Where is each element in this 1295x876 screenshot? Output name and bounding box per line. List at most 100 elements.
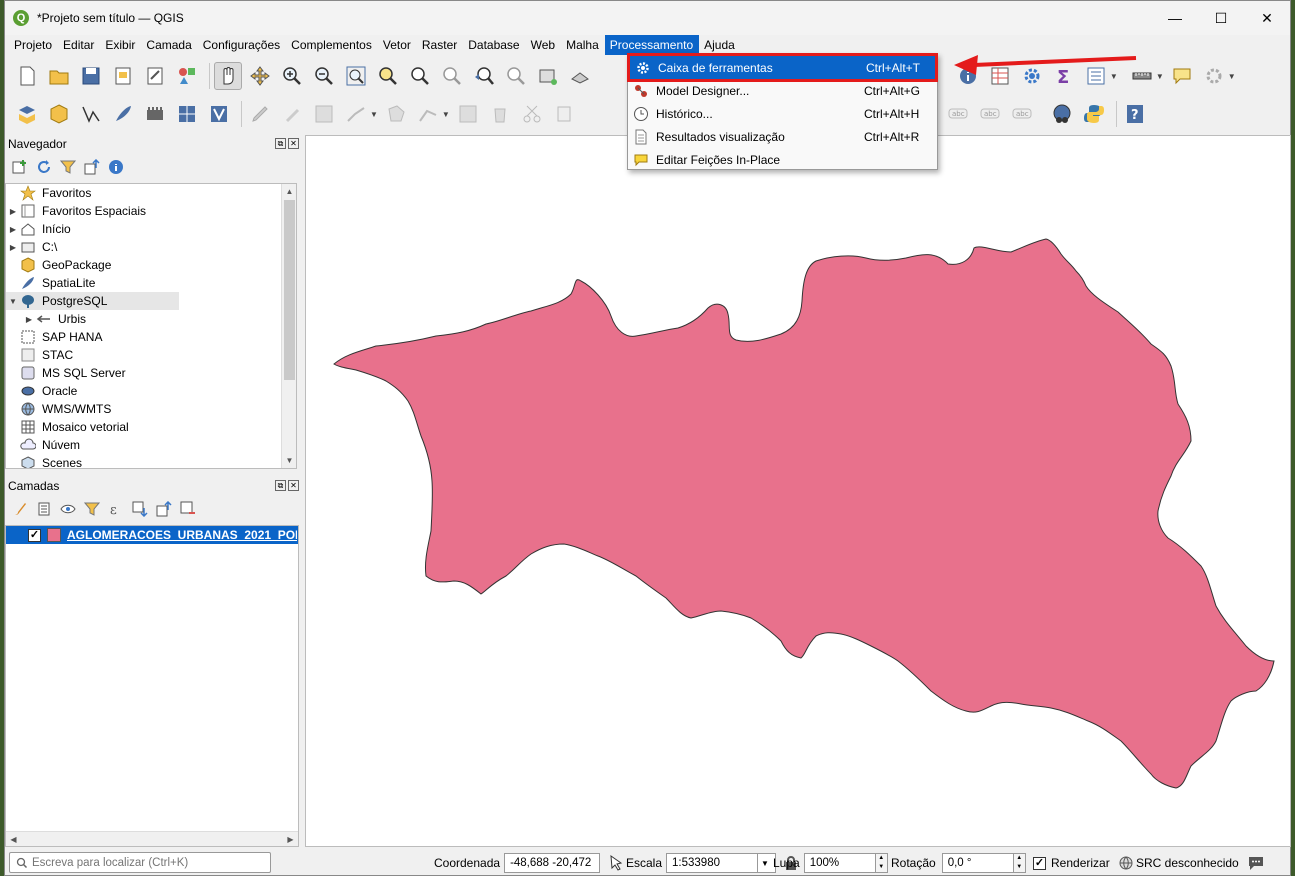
collapse-all-layers-button[interactable] (155, 500, 173, 518)
menu-complementos[interactable]: Complementos (286, 35, 378, 55)
navigator-item-in-cio[interactable]: ▶ Início (6, 220, 296, 238)
navigator-item-stac[interactable]: STAC (6, 346, 296, 364)
navigator-item-favoritos[interactable]: Favoritos (6, 184, 296, 202)
crs-group[interactable]: SRC desconhecido (1119, 853, 1239, 873)
navigator-item-spatialite[interactable]: SpatiaLite (6, 274, 296, 292)
new-spatialite-button[interactable] (109, 100, 137, 128)
menu-camada[interactable]: Camada (141, 35, 197, 55)
menu-item-resultados-visualizacao[interactable]: Resultados visualização Ctrl+Alt+R (628, 125, 937, 148)
float-panel-button[interactable]: ⧉ (275, 138, 286, 149)
menu-vetor[interactable]: Vetor (378, 35, 417, 55)
menu-exibir[interactable]: Exibir (100, 35, 141, 55)
temporal-controller-button[interactable] (566, 62, 594, 90)
navigator-item-postgresql[interactable]: ▼ PostgreSQL (6, 292, 179, 310)
layer-symbol-swatch[interactable] (47, 528, 61, 542)
pan-map-button[interactable] (214, 62, 242, 90)
close-panel-button[interactable]: ✕ (288, 480, 299, 491)
navigator-item-sap-hana[interactable]: SAP HANA (6, 328, 296, 346)
minimize-button[interactable]: — (1152, 1, 1198, 35)
new-project-button[interactable] (13, 62, 41, 90)
new-print-layout-button[interactable] (109, 62, 137, 90)
chevron-right-icon[interactable]: ▶ (22, 315, 36, 324)
vertex-tool-button[interactable] (414, 100, 442, 128)
menu-ajuda[interactable]: Ajuda (699, 35, 741, 55)
close-panel-button[interactable]: ✕ (288, 138, 299, 149)
python-console-button[interactable] (1080, 100, 1108, 128)
collapse-all-button[interactable] (83, 158, 101, 176)
magnifier-spinner[interactable]: ▲ ▼ (875, 853, 888, 873)
menu-item-editar-feicoes-in-place[interactable]: Editar Feições In-Place (628, 148, 937, 171)
add-polygon-button[interactable] (382, 100, 410, 128)
menu-item-model-designer[interactable]: Model Designer... Ctrl+Alt+G (628, 79, 937, 102)
zoom-full-button[interactable] (342, 62, 370, 90)
navigator-item-favoritos-espaciais[interactable]: ▶ Favoritos Espaciais (6, 202, 296, 220)
magnifier-field[interactable]: 100% (803, 853, 876, 873)
navigator-item-urbis[interactable]: ▶ Urbis (6, 310, 296, 328)
new-mesh-layer-button[interactable] (205, 100, 233, 128)
urban-agglomeration-polygon[interactable] (333, 238, 1275, 789)
navigator-scrollbar[interactable]: ▲ ▼ (281, 184, 296, 468)
layer-item[interactable]: ✓ AGLOMERACOES_URBANAS_2021_POL.shp (6, 526, 298, 544)
locator-search-input[interactable] (32, 856, 262, 869)
menu-editar[interactable]: Editar (58, 35, 100, 55)
chevron-right-icon[interactable]: ▶ (6, 207, 20, 216)
zoom-in-button[interactable] (278, 62, 306, 90)
label-change-button[interactable]: abc (1008, 100, 1036, 128)
new-map-view-button[interactable] (534, 62, 562, 90)
maximize-button[interactable]: ☐ (1198, 1, 1244, 35)
quickmapservices-button[interactable] (1048, 100, 1076, 128)
layers-tree[interactable]: ✓ AGLOMERACOES_URBANAS_2021_POL.shp ◀ ▶ (5, 525, 299, 847)
new-geopackage-button[interactable] (45, 100, 73, 128)
zoom-native-button[interactable] (438, 62, 466, 90)
mouse-coordinate-toggle-icon[interactable] (606, 854, 624, 872)
messages-group[interactable] (1247, 853, 1265, 873)
menu-web[interactable]: Web (526, 35, 561, 55)
coordinate-field[interactable]: -48,688 -20,472 (504, 853, 601, 873)
digitize-button[interactable] (342, 100, 370, 128)
save-project-button[interactable] (77, 62, 105, 90)
map-canvas[interactable] (305, 135, 1291, 847)
zoom-to-selection-button[interactable] (374, 62, 402, 90)
zoom-to-layer-button[interactable] (406, 62, 434, 90)
menu-projeto[interactable]: Projeto (9, 35, 58, 55)
filter-expression-button[interactable]: ε (107, 500, 125, 518)
pan-to-selection-button[interactable] (246, 62, 274, 90)
navigator-item-wms-wmts[interactable]: WMS/WMTS (6, 400, 296, 418)
zoom-out-button[interactable] (310, 62, 338, 90)
new-shapefile-button[interactable] (77, 100, 105, 128)
add-selected-layers-button[interactable] (11, 158, 29, 176)
navigator-item-oracle[interactable]: Oracle (6, 382, 296, 400)
navigator-item-ms-sql-server[interactable]: MS SQL Server (6, 364, 296, 382)
navigator-item-mosaico-vetorial[interactable]: Mosaico vetorial (6, 418, 296, 436)
scroll-down-icon[interactable]: ▼ (282, 453, 296, 468)
remove-layer-button[interactable] (179, 500, 197, 518)
save-edits-button[interactable] (310, 100, 338, 128)
chevron-right-icon[interactable]: ▶ (6, 243, 20, 252)
scale-field[interactable]: 1:533980 (666, 853, 759, 873)
refresh-button[interactable] (35, 158, 53, 176)
map-tips-button[interactable] (1168, 62, 1196, 90)
navigator-tree[interactable]: Favoritos ▶ Favoritos Espaciais ▶ Início ▶ C:\… (5, 183, 297, 469)
copy-features-button[interactable] (550, 100, 578, 128)
add-group-button[interactable] (35, 500, 53, 518)
close-button[interactable]: ✕ (1244, 1, 1290, 35)
zoom-next-button[interactable] (502, 62, 530, 90)
menu-item-historico[interactable]: Histórico... Ctrl+Alt+H (628, 102, 937, 125)
toggle-editing-button[interactable] (278, 100, 306, 128)
menu-item-caixa-de-ferramentas[interactable]: Caixa de ferramentas Ctrl+Alt+T (627, 53, 938, 82)
cut-features-button[interactable] (518, 100, 546, 128)
delete-selected-button[interactable] (486, 100, 514, 128)
scroll-left-icon[interactable]: ◀ (6, 832, 21, 847)
edit-pencil-button[interactable] (246, 100, 274, 128)
menu-raster[interactable]: Raster (417, 35, 463, 55)
filter-legend-button[interactable] (83, 500, 101, 518)
settings-button[interactable] (1200, 62, 1228, 90)
chevron-down-icon[interactable]: ▼ (442, 110, 450, 119)
scrollbar-thumb[interactable] (284, 200, 295, 380)
help-button[interactable]: ? (1121, 100, 1149, 128)
rotation-spinner[interactable]: ▲ ▼ (1013, 853, 1026, 873)
chevron-down-icon[interactable]: ▼ (6, 297, 20, 306)
open-project-button[interactable] (45, 62, 73, 90)
menu-processamento[interactable]: Processamento (604, 35, 700, 55)
new-virtual-layer-button[interactable] (173, 100, 201, 128)
